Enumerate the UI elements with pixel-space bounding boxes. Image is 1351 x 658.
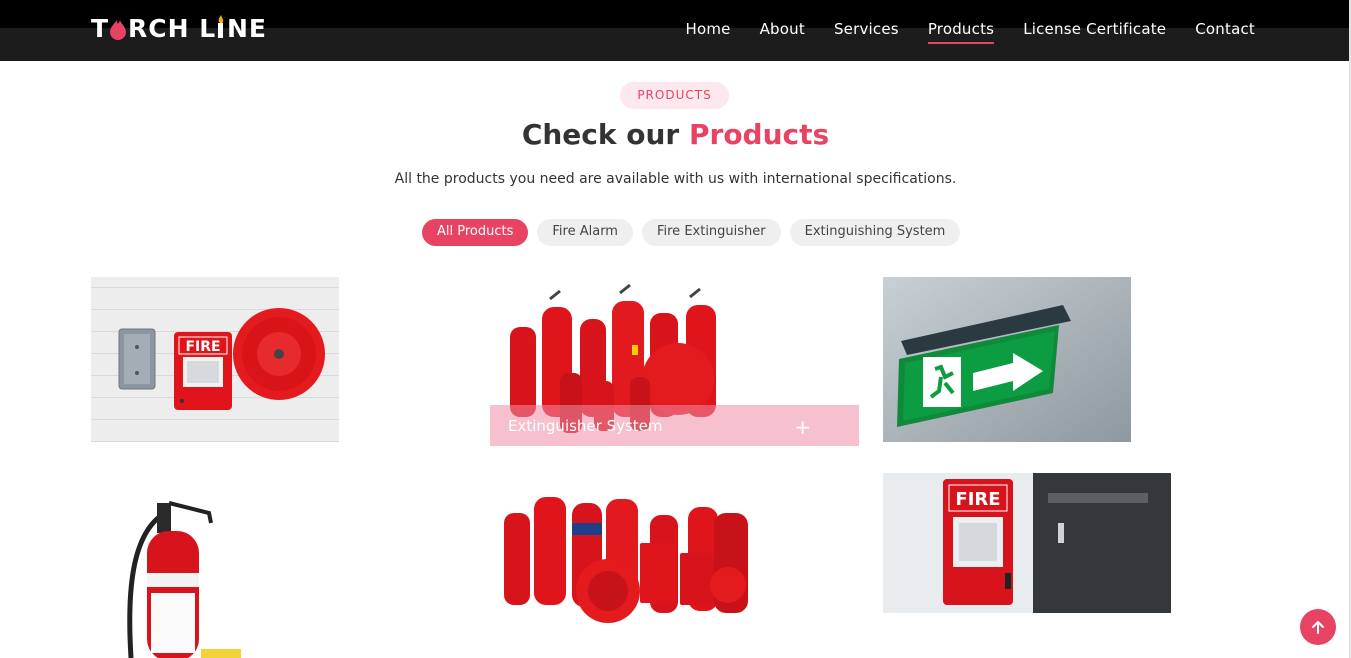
section-badge: PRODUCTS — [620, 82, 729, 109]
fire-safety-kit-image — [504, 497, 748, 623]
product-card-fire-safety-kit[interactable] — [490, 473, 790, 628]
fire-alarm-bell-image: FIRE — [118, 308, 325, 410]
arrow-up-icon — [1312, 621, 1324, 634]
site-header: T RCH L NE Home About Services Products … — [0, 0, 1351, 61]
svg-text:FIRE: FIRE — [185, 339, 220, 355]
back-to-top-button[interactable] — [1300, 609, 1336, 645]
exit-sign-image — [883, 277, 1131, 442]
product-card-manual-call-point[interactable]: FIRE — [883, 473, 1171, 613]
title-accent: Products — [688, 118, 830, 151]
nav-products[interactable]: Products — [927, 18, 995, 44]
site-logo[interactable]: T RCH L NE — [91, 12, 266, 42]
manual-call-point-image: FIRE — [883, 473, 1171, 613]
product-card-extinguisher-system[interactable]: Extinguisher System + — [490, 277, 859, 446]
product-hover-overlay[interactable]: Extinguisher System + — [490, 405, 859, 446]
product-card-fire-alarm-bell[interactable]: FIRE — [91, 277, 339, 442]
product-card-exit-sign[interactable] — [883, 277, 1131, 442]
nav-contact[interactable]: Contact — [1195, 18, 1255, 44]
product-hover-label: Extinguisher System — [508, 417, 663, 435]
svg-text:NE: NE — [227, 14, 266, 42]
product-filters: All Products Fire Alarm Fire Extinguishe… — [422, 219, 961, 246]
nav-services[interactable]: Services — [834, 18, 899, 44]
main-nav: Home About Services Products License Cer… — [656, 18, 1255, 44]
filter-fire-alarm[interactable]: Fire Alarm — [537, 219, 633, 246]
plus-icon[interactable]: + — [794, 417, 811, 437]
svg-text:T: T — [91, 14, 109, 42]
nav-home[interactable]: Home — [685, 18, 730, 44]
svg-text:FIRE: FIRE — [955, 489, 1000, 510]
filter-extinguishing-system[interactable]: Extinguishing System — [789, 219, 961, 246]
product-card-fire-extinguisher[interactable] — [91, 473, 391, 658]
nav-license-certificate[interactable]: License Certificate — [1023, 18, 1166, 44]
svg-text:RCH L: RCH L — [128, 14, 216, 42]
filter-fire-extinguisher[interactable]: Fire Extinguisher — [641, 219, 781, 246]
filter-all-products[interactable]: All Products — [422, 219, 529, 246]
section-title: Check our Products — [0, 118, 1351, 151]
title-prefix: Check our — [521, 118, 680, 151]
torch-line-logo: T RCH L NE — [91, 14, 266, 42]
nav-about[interactable]: About — [760, 18, 805, 44]
single-extinguisher-image — [127, 501, 241, 658]
section-subtitle: All the products you need are available … — [394, 171, 957, 187]
